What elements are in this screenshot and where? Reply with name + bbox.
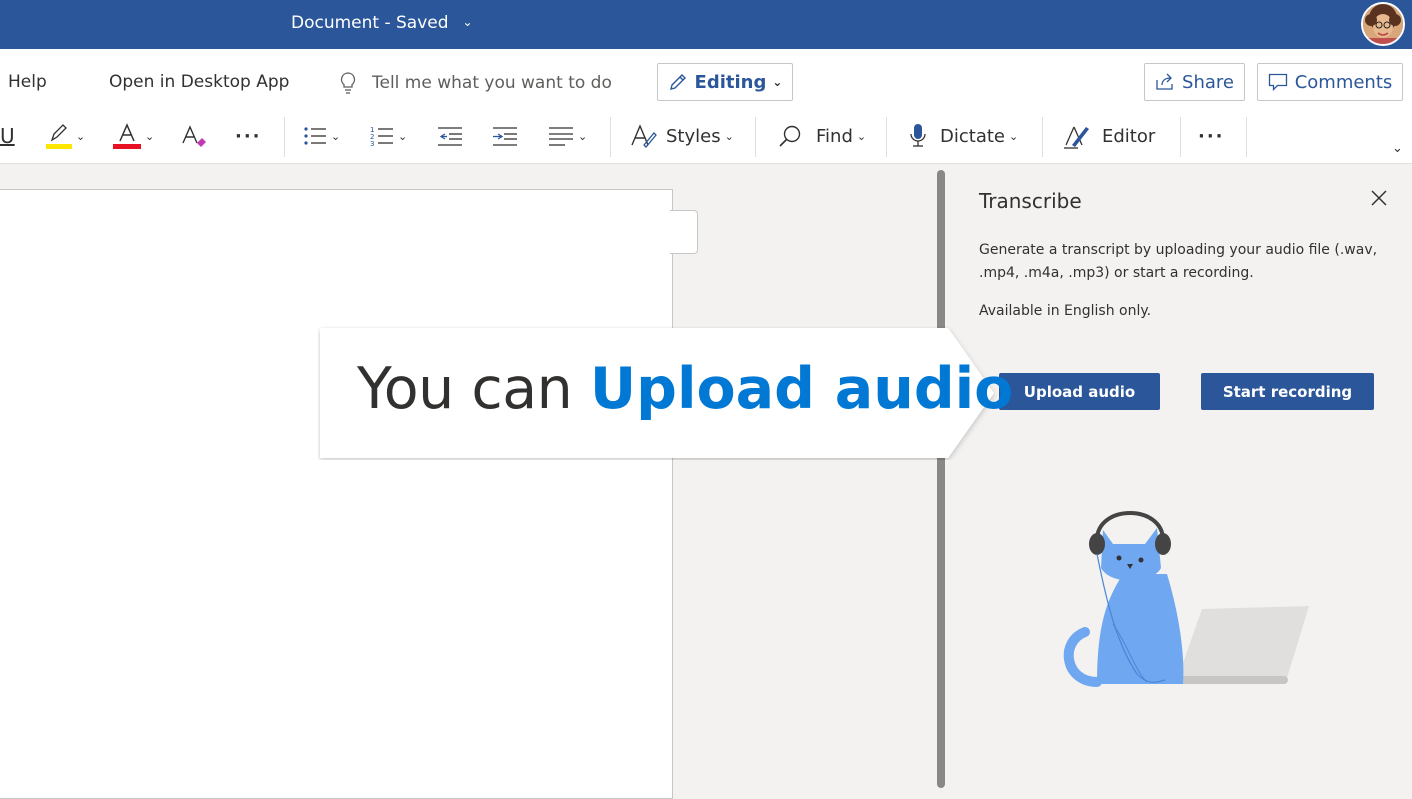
share-icon (1156, 73, 1173, 90)
chevron-down-icon: ⌄ (331, 129, 341, 143)
font-color-button[interactable]: ⌄ (113, 120, 154, 152)
editing-label: Editing (694, 71, 767, 93)
divider (1180, 117, 1181, 157)
clear-formatting-icon (182, 125, 206, 147)
clear-formatting-button[interactable] (180, 120, 208, 152)
font-color-icon (113, 123, 141, 149)
chevron-down-icon: ⌄ (1008, 129, 1019, 143)
bullets-button[interactable]: ⌄ (303, 120, 340, 152)
divider (1246, 117, 1247, 157)
decrease-indent-icon (438, 127, 462, 146)
callout-text: You can Upload audio (357, 356, 1013, 422)
editor-label: Editor (1102, 125, 1156, 147)
tell-me-search[interactable]: Tell me what you want to do (340, 70, 612, 96)
divider (284, 117, 285, 157)
chevron-down-icon: ⌄ (145, 129, 155, 143)
pane-title: Transcribe (979, 189, 1082, 213)
find-label: Find (816, 125, 853, 147)
document-title-label: Document - Saved (291, 13, 449, 33)
decrease-indent-button[interactable] (437, 120, 463, 152)
document-page[interactable] (0, 189, 673, 799)
divider (1042, 117, 1043, 157)
divider (755, 117, 756, 157)
chevron-down-icon: ⌄ (76, 129, 86, 143)
editor-button[interactable]: Editor (1062, 120, 1155, 152)
upload-audio-button[interactable]: Upload audio (999, 373, 1160, 410)
styles-icon (631, 124, 657, 148)
comments-button[interactable]: Comments (1257, 63, 1403, 101)
ribbon-toolbar: U ⌄ ⌄ ··· ⌄ 123 ⌄ ⌄ Styles ⌄ Find ⌄ Dict… (0, 110, 1412, 164)
numbering-button[interactable]: 123 ⌄ (370, 120, 407, 152)
chevron-down-icon: ⌄ (856, 129, 867, 143)
transcribe-pane: Transcribe Generate a transcript by uplo… (957, 164, 1412, 788)
underline-icon: U (0, 124, 15, 148)
increase-indent-icon (493, 127, 517, 146)
expand-ribbon-button[interactable]: ⌄ (1392, 132, 1403, 164)
menu-open-desktop-app[interactable]: Open in Desktop App (109, 72, 289, 92)
ellipsis-icon: ··· (235, 125, 262, 147)
comment-margin-tab[interactable] (670, 210, 698, 254)
more-options-button[interactable]: ··· (1198, 120, 1225, 152)
close-icon[interactable] (1367, 186, 1391, 210)
tell-me-placeholder: Tell me what you want to do (372, 73, 612, 93)
title-bar: Document - Saved ⌄ (0, 0, 1412, 49)
cat-with-headphones-illustration (1063, 511, 1309, 687)
dictate-button[interactable]: Dictate ⌄ (908, 120, 1018, 152)
more-font-options-button[interactable]: ··· (235, 120, 262, 152)
user-avatar-icon (1363, 4, 1403, 44)
chevron-down-icon: ⌄ (772, 75, 783, 89)
dictate-label: Dictate (940, 125, 1005, 147)
svg-text:3: 3 (370, 140, 374, 147)
ellipsis-icon: ··· (1198, 125, 1225, 147)
increase-indent-button[interactable] (492, 120, 518, 152)
divider (610, 117, 611, 157)
pane-resize-handle[interactable] (937, 170, 945, 788)
pane-description: Generate a transcript by uploading your … (979, 242, 1378, 281)
microphone-icon (910, 124, 926, 147)
comment-icon (1268, 73, 1287, 91)
editor-icon (1064, 126, 1089, 149)
document-title[interactable]: Document - Saved ⌄ (291, 13, 473, 33)
bulleted-list-icon (304, 127, 326, 145)
start-recording-button[interactable]: Start recording (1201, 373, 1374, 410)
callout-highlight: Upload audio (589, 356, 1014, 422)
chevron-down-icon[interactable]: ⌄ (463, 15, 473, 29)
highlight-button[interactable]: ⌄ (46, 120, 85, 152)
styles-button[interactable]: Styles ⌄ (630, 120, 734, 152)
highlighter-icon (46, 124, 72, 149)
menu-help[interactable]: Help (8, 72, 47, 92)
chevron-down-icon: ⌄ (1392, 140, 1403, 156)
find-button[interactable]: Find ⌄ (778, 120, 866, 152)
chevron-down-icon: ⌄ (578, 129, 588, 143)
chevron-down-icon: ⌄ (398, 129, 408, 143)
pane-note: Available in English only. (979, 303, 1152, 319)
divider (886, 117, 887, 157)
align-button[interactable]: ⌄ (548, 120, 587, 152)
underline-button[interactable]: U (0, 120, 15, 152)
pencil-icon (669, 74, 686, 90)
align-left-icon (549, 127, 573, 146)
share-label: Share (1182, 71, 1234, 93)
editing-mode-button[interactable]: Editing ⌄ (657, 63, 793, 101)
chevron-down-icon: ⌄ (724, 129, 734, 143)
search-icon (779, 125, 801, 147)
numbered-list-icon: 123 (370, 126, 393, 147)
styles-label: Styles (666, 125, 721, 147)
callout-prefix: You can (357, 356, 590, 422)
comments-label: Comments (1294, 71, 1393, 93)
menu-bar: Help Open in Desktop App Tell me what yo… (0, 49, 1412, 110)
lightbulb-icon (340, 72, 356, 94)
share-button[interactable]: Share (1144, 63, 1245, 101)
avatar[interactable] (1361, 2, 1405, 46)
